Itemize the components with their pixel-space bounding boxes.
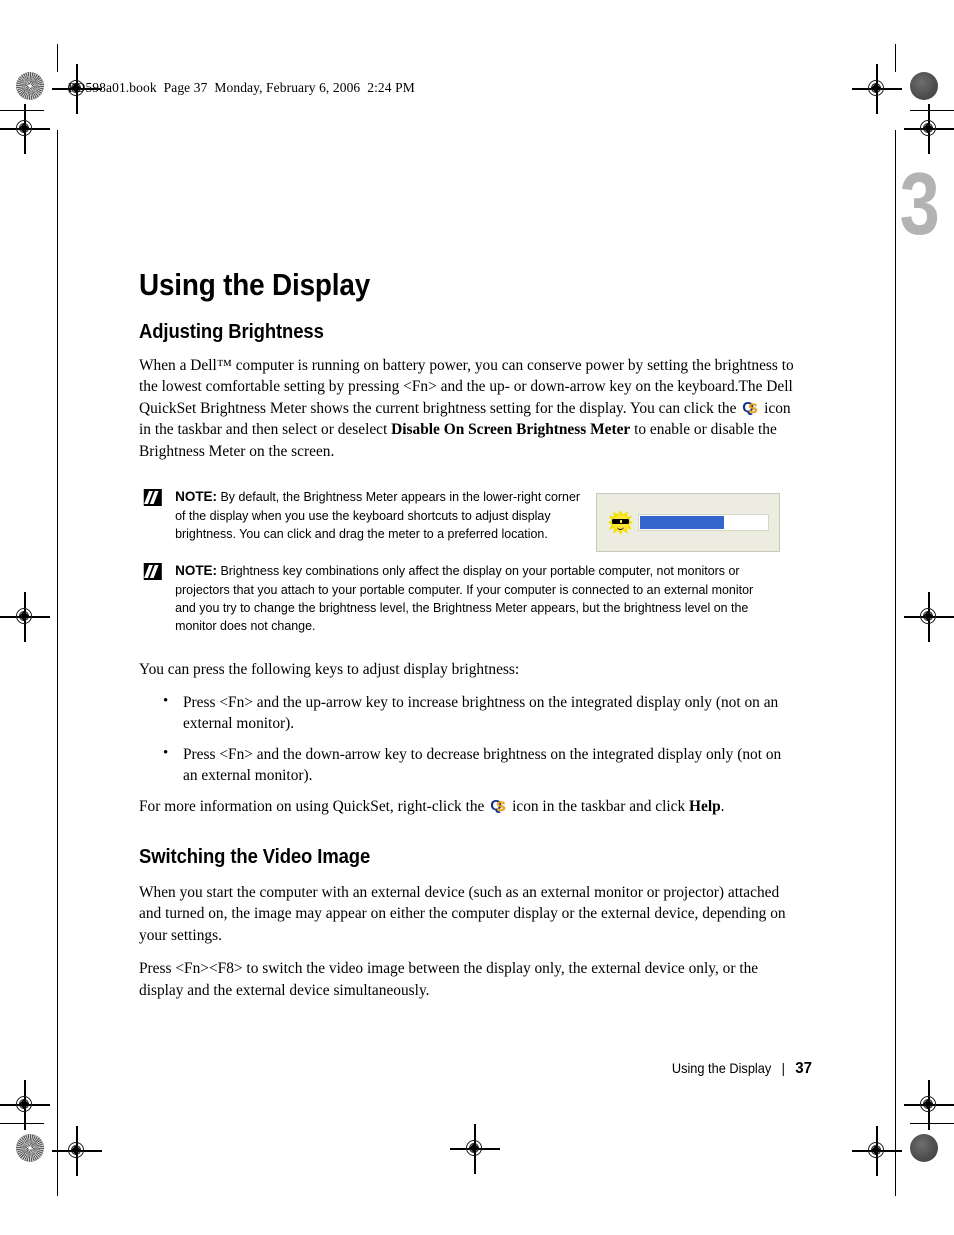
list-intro-paragraph: You can press the following keys to adju… — [139, 660, 520, 678]
registration-mark-right-upper — [904, 104, 954, 154]
registration-mark-right-lower — [904, 1080, 954, 1130]
halftone-target-bottom-right — [910, 1134, 938, 1162]
chapter-number: 3 — [899, 154, 940, 253]
halftone-target-bottom-left — [16, 1134, 44, 1162]
list-item: Press <Fn> and the up-arrow key to incre… — [139, 691, 799, 735]
quickset-icon: QS — [742, 400, 758, 416]
intro-text-1: When a Dell™ computer is running on batt… — [139, 357, 794, 417]
registration-mark-bottom-left-inner — [52, 1126, 102, 1176]
page-edge-rule-left — [57, 130, 59, 1170]
trim-mark-top-right-vertical — [895, 44, 897, 72]
video-paragraph-2: Press <Fn><F8> to switch the video image… — [139, 960, 759, 999]
trim-mark-top-left-vertical — [57, 44, 59, 72]
intro-paragraph: When a Dell™ computer is running on batt… — [139, 355, 799, 462]
registration-mark-top-right-inner — [852, 64, 902, 114]
trim-mark-bottom-right-vertical — [895, 1168, 897, 1196]
brightness-meter-figure — [596, 493, 780, 552]
book-file-header: PD598a01.book Page 37 Monday, February 6… — [68, 80, 415, 95]
note-label: NOTE: — [175, 489, 218, 506]
registration-mark-bottom-center — [450, 1124, 500, 1174]
note-pencil-icon — [143, 563, 162, 581]
registration-mark-left-middle — [0, 592, 50, 642]
halftone-target-top-left — [16, 72, 44, 100]
footer-page-number: 37 — [795, 1060, 812, 1077]
quickset-icon-s: S — [496, 797, 506, 814]
document-page: PD598a01.book Page 37 Monday, February 6… — [0, 0, 954, 1235]
content-column: 3 Using the Display Adjusting Brightness… — [139, 160, 940, 1013]
quickset-icon: QS — [490, 798, 506, 814]
page-title: Using the Display — [139, 267, 371, 302]
trim-mark-left-upper-horizontal — [0, 110, 44, 112]
note-block-default-location: NOTE: By default, the Brightness Meter a… — [139, 488, 584, 542]
outro-text-1: For more information on using QuickSet, … — [139, 797, 489, 815]
trim-mark-bottom-left-vertical — [57, 1168, 59, 1196]
list-item: Press <Fn> and the down-arrow key to dec… — [139, 743, 799, 787]
sun-with-sunglasses-icon — [607, 509, 634, 536]
note-text: By default, the Brightness Meter appears… — [175, 489, 581, 541]
brightness-meter-fill — [640, 516, 724, 529]
quickset-icon-s: S — [748, 399, 758, 416]
note-block-key-combinations: NOTE: Brightness key combinations only a… — [139, 562, 766, 634]
footer-separator: | — [781, 1061, 785, 1076]
brightness-meter-track[interactable] — [638, 514, 769, 531]
trim-mark-left-lower-horizontal — [0, 1123, 44, 1125]
outro-text-2: icon in the taskbar and click — [508, 797, 690, 815]
section-heading-adjusting-brightness: Adjusting Brightness — [139, 320, 324, 343]
outro-text-3: . — [720, 797, 725, 815]
section-heading-switching-video-image: Switching the Video Image — [139, 845, 371, 869]
trim-mark-right-upper-horizontal — [910, 110, 954, 112]
trim-mark-right-lower-horizontal — [910, 1123, 954, 1125]
note-text: Brightness key combinations only affect … — [175, 563, 754, 633]
outro-paragraph: For more information on using QuickSet, … — [139, 796, 799, 817]
brightness-key-list: Press <Fn> and the up-arrow key to incre… — [139, 691, 799, 787]
intro-bold-disable-meter: Disable On Screen Brightness Meter — [391, 421, 631, 439]
registration-mark-left-upper — [0, 104, 50, 154]
registration-mark-right-middle — [904, 592, 954, 642]
halftone-target-top-right — [910, 72, 938, 100]
footer-running-title: Using the Display — [671, 1061, 772, 1076]
video-paragraph-1: When you start the computer with an exte… — [139, 884, 786, 944]
note-label: NOTE: — [175, 563, 218, 580]
registration-mark-left-lower — [0, 1080, 50, 1130]
registration-mark-bottom-right-inner — [852, 1126, 902, 1176]
page-edge-rule-right — [895, 130, 897, 1170]
note-pencil-icon — [143, 489, 162, 507]
outro-bold-help: Help — [689, 797, 721, 815]
page-footer: Using the Display | 37 — [538, 1060, 812, 1078]
